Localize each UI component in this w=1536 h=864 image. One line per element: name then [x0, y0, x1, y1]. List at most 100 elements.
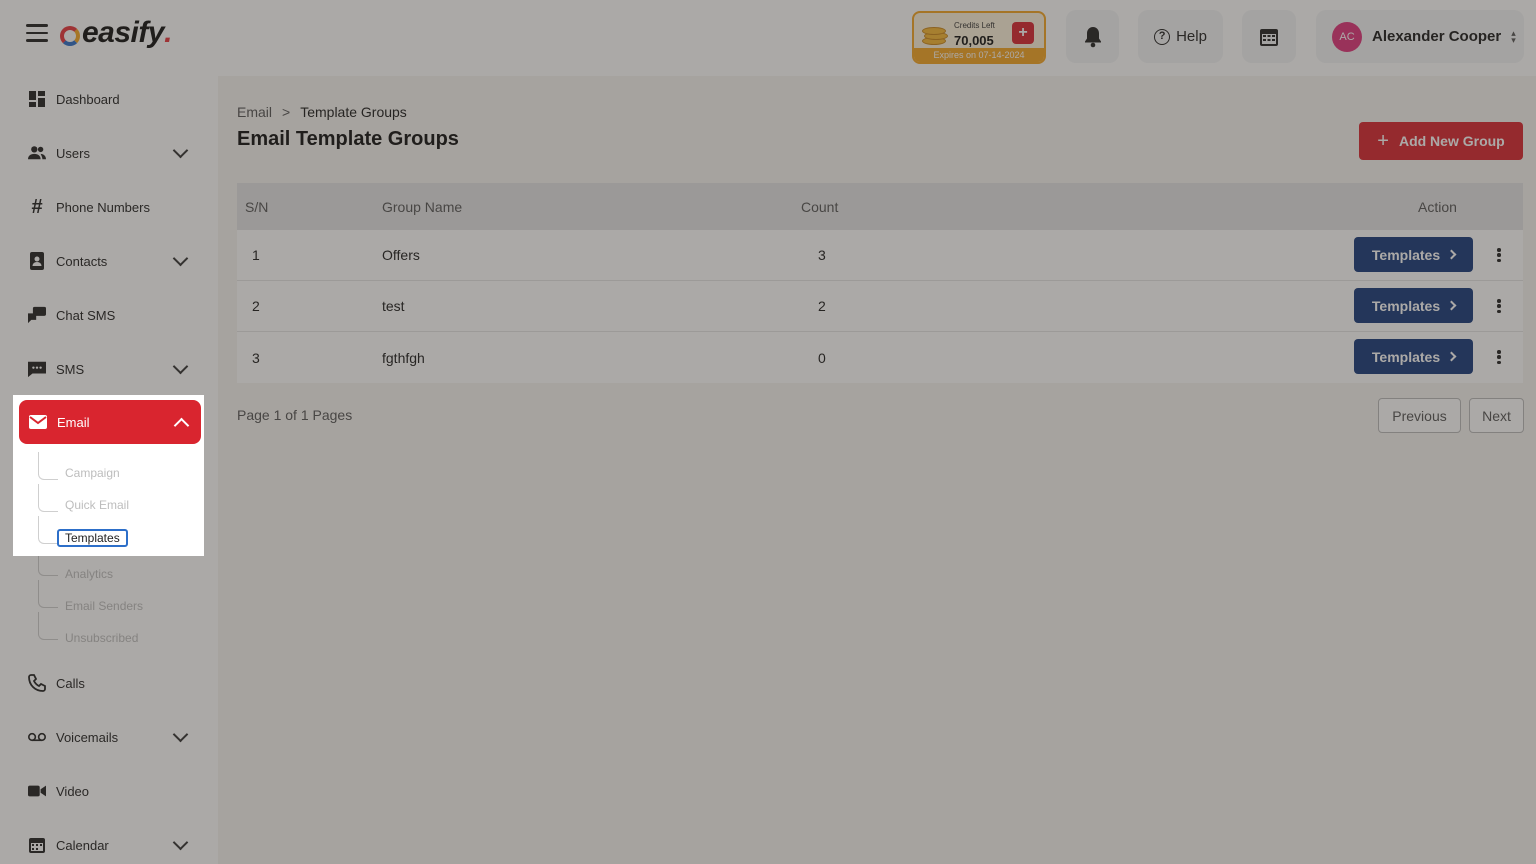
- breadcrumb-current: Template Groups: [300, 104, 407, 120]
- sidebar-subitem-analytics[interactable]: Analytics: [65, 567, 113, 581]
- sidebar-subitem-email-senders[interactable]: Email Senders: [65, 599, 143, 613]
- sidebar-item-phone-numbers[interactable]: # Phone Numbers: [18, 185, 200, 229]
- user-menu[interactable]: AC Alexander Cooper ▴ ▾: [1316, 10, 1524, 63]
- sidebar-item-label: Voicemails: [56, 729, 119, 745]
- sidebar-item-sms[interactable]: SMS: [18, 347, 200, 391]
- row-sn: 1: [252, 247, 260, 263]
- sidebar-item-label: Dashboard: [56, 91, 120, 107]
- tree-connector: [38, 452, 58, 480]
- templates-button[interactable]: Templates: [1354, 237, 1473, 272]
- chevron-down-icon: [172, 834, 189, 851]
- row-count: 3: [818, 247, 826, 263]
- sidebar-item-email[interactable]: Email: [19, 400, 201, 444]
- page-title: Email Template Groups: [237, 128, 459, 150]
- phone-icon: [28, 674, 46, 692]
- row-group-name: Offers: [382, 247, 420, 263]
- templates-button-label: Templates: [1371, 246, 1441, 263]
- chevron-down-icon: [172, 250, 189, 267]
- add-new-group-button[interactable]: + Add New Group: [1359, 122, 1523, 160]
- help-button[interactable]: ? Help: [1138, 10, 1223, 63]
- question-icon: ?: [1154, 28, 1171, 45]
- sidebar-item-label: SMS: [56, 361, 85, 377]
- sidebar-item-video[interactable]: Video: [18, 769, 200, 813]
- users-icon: [28, 144, 46, 162]
- sidebar-subitem-quick-email[interactable]: Quick Email: [65, 498, 129, 512]
- table-row: 1 Offers 3 Templates: [237, 230, 1523, 281]
- templates-button-label: Templates: [1371, 297, 1441, 314]
- sidebar-item-label: Users: [56, 145, 90, 161]
- sms-icon: [28, 360, 46, 378]
- more-options-icon[interactable]: [1497, 299, 1501, 313]
- chevron-right-icon: [1446, 249, 1457, 260]
- row-count: 0: [818, 349, 826, 366]
- table-row: 2 test 2 Templates: [237, 281, 1523, 332]
- hash-icon: #: [31, 195, 43, 218]
- sidebar-item-label: Chat SMS: [56, 307, 116, 323]
- chat-icon: [28, 306, 46, 324]
- more-options-icon[interactable]: [1497, 248, 1501, 262]
- main-content: Email > Template Groups Email Template G…: [218, 76, 1536, 864]
- sidebar-item-voicemails[interactable]: Voicemails: [18, 715, 200, 759]
- tree-connector: [38, 580, 58, 608]
- row-group-name: test: [382, 298, 405, 314]
- chevron-updown-icon: ▴ ▾: [1511, 27, 1516, 45]
- more-options-icon[interactable]: [1497, 350, 1501, 364]
- sidebar-item-contacts[interactable]: Contacts: [18, 239, 200, 283]
- coins-icon: [922, 25, 950, 47]
- sidebar-item-label: Calls: [56, 675, 85, 691]
- column-header-sn: S/N: [245, 198, 269, 215]
- sidebar-subitem-campaign[interactable]: Campaign: [65, 466, 120, 480]
- voicemail-icon: [28, 728, 46, 746]
- avatar: AC: [1332, 21, 1362, 52]
- credits-label: Credits Left: [954, 21, 995, 30]
- templates-button[interactable]: Templates: [1354, 288, 1473, 323]
- chevron-up-icon: [173, 417, 190, 434]
- video-icon: [28, 782, 46, 800]
- sidebar-item-label: Contacts: [56, 253, 108, 269]
- templates-button-label: Templates: [1371, 348, 1441, 365]
- user-name: Alexander Cooper: [1372, 28, 1502, 45]
- breadcrumb-parent-link[interactable]: Email: [237, 104, 272, 120]
- row-group-name: fgthfgh: [382, 349, 425, 366]
- calendar-grid-icon: [1260, 28, 1278, 46]
- chevron-down-icon: [172, 358, 189, 375]
- chevron-right-icon: [1446, 351, 1457, 362]
- sidebar-item-chat-sms[interactable]: Chat SMS: [18, 293, 200, 337]
- sidebar-item-dashboard[interactable]: Dashboard: [18, 77, 200, 121]
- chevron-down-icon: [172, 142, 189, 159]
- chevron-right-icon: [1446, 300, 1457, 311]
- add-credits-button[interactable]: +: [1012, 22, 1034, 44]
- previous-page-button[interactable]: Previous: [1378, 398, 1461, 433]
- credits-widget[interactable]: Credits Left 70,005 + Expires on 07-14-2…: [912, 11, 1046, 64]
- table-header: S/N Group Name Count Action: [237, 183, 1523, 230]
- hamburger-menu-icon[interactable]: [26, 24, 48, 44]
- logo[interactable]: easify.: [60, 16, 172, 50]
- bell-icon: [1084, 26, 1101, 47]
- plus-icon: +: [1377, 129, 1389, 152]
- templates-button[interactable]: Templates: [1354, 339, 1473, 374]
- sidebar-item-users[interactable]: Users: [18, 131, 200, 175]
- breadcrumb: Email > Template Groups: [237, 104, 407, 120]
- sidebar-subitem-templates[interactable]: Templates: [57, 529, 128, 547]
- dashboard-icon: [28, 90, 46, 108]
- notifications-button[interactable]: [1066, 10, 1119, 63]
- sidebar-item-calendar[interactable]: Calendar: [18, 823, 200, 864]
- sidebar-item-calls[interactable]: Calls: [18, 661, 200, 705]
- logo-ring-icon: [60, 26, 80, 46]
- next-page-button[interactable]: Next: [1469, 398, 1524, 433]
- sidebar-item-label: Video: [56, 783, 90, 799]
- tree-connector: [38, 612, 58, 640]
- logo-text: easify: [82, 16, 165, 49]
- row-sn: 3: [252, 349, 260, 366]
- row-count: 2: [818, 298, 826, 314]
- contacts-icon: [28, 252, 46, 270]
- top-bar: easify. Credits Left 70,005 + Expires on…: [0, 0, 1536, 76]
- breadcrumb-separator: >: [282, 104, 291, 120]
- add-new-group-label: Add New Group: [1398, 133, 1505, 149]
- sidebar-subitem-unsubscribed[interactable]: Unsubscribed: [65, 631, 138, 645]
- sidebar-item-label: Calendar: [56, 837, 109, 853]
- chevron-down-icon: [172, 726, 189, 743]
- calendar-button[interactable]: [1242, 10, 1296, 63]
- column-header-count: Count: [801, 198, 839, 215]
- sidebar-item-label: Phone Numbers: [56, 199, 150, 215]
